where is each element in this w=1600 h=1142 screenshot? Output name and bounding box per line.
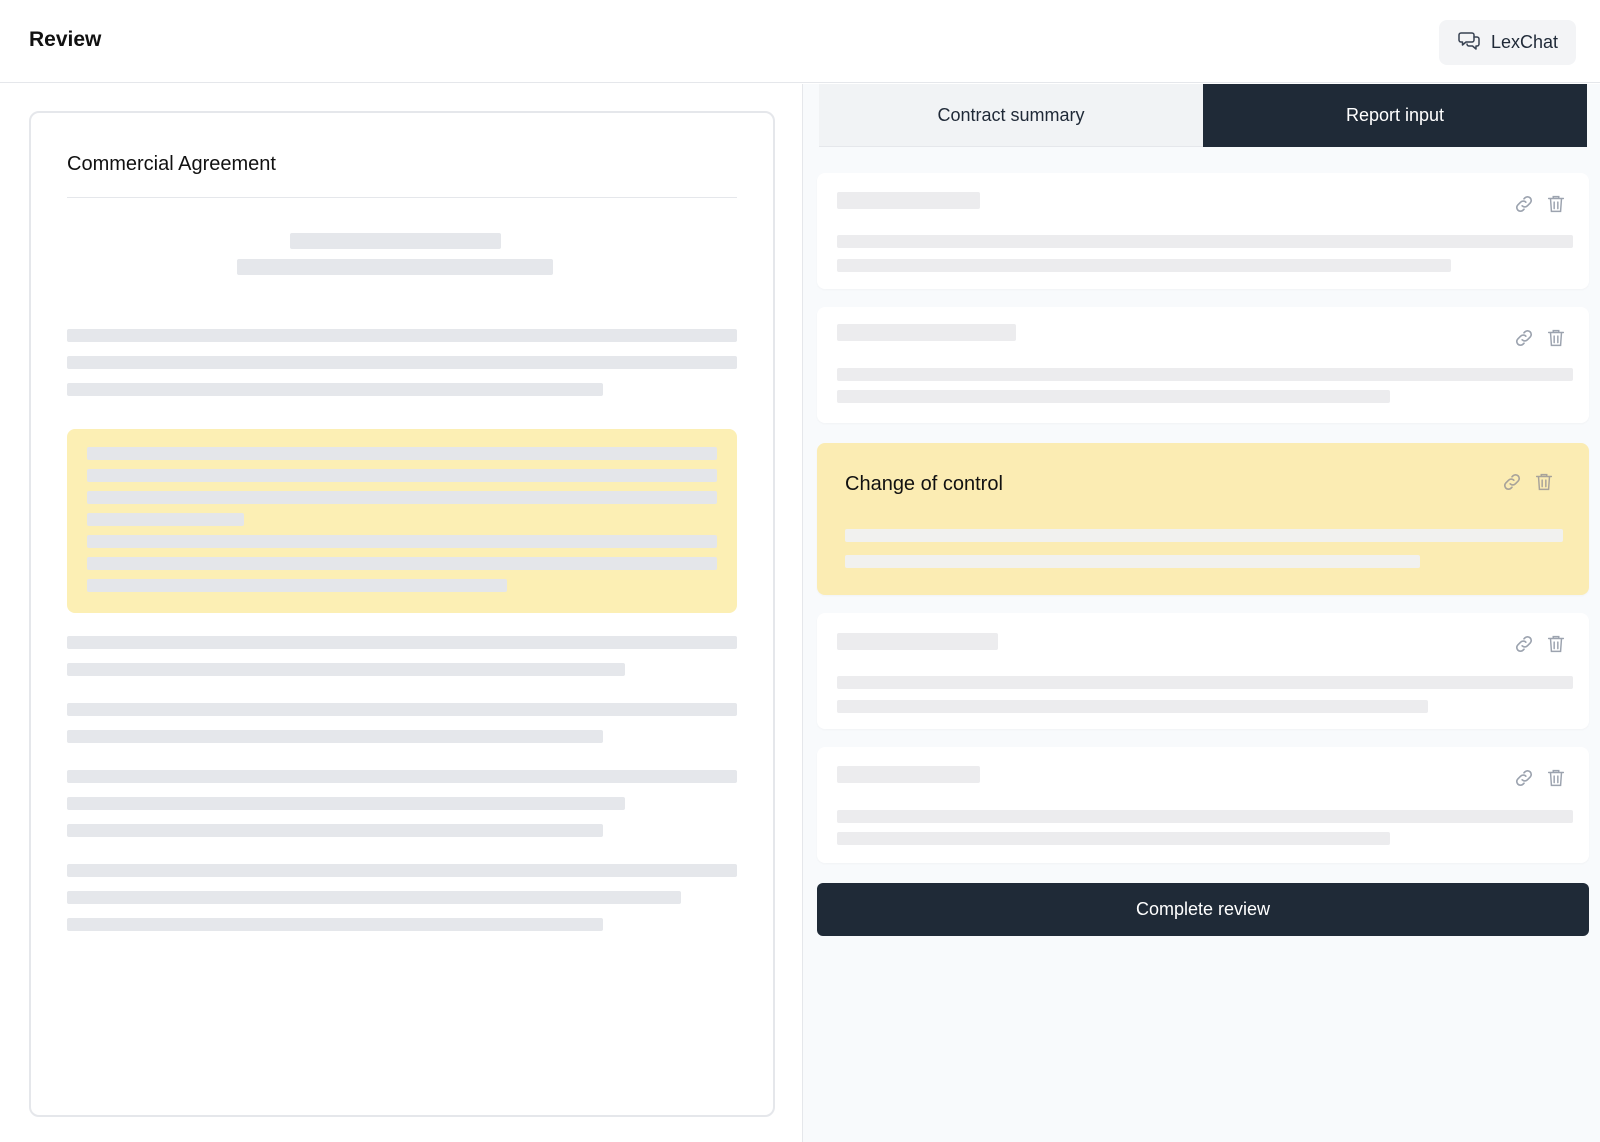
item-text-line [837, 810, 1573, 823]
chat-icon [1457, 28, 1481, 57]
item-title-placeholder [837, 324, 1016, 341]
document-heading-line [237, 259, 553, 275]
trash-icon[interactable] [1545, 767, 1567, 789]
app-header: Review LexChat [0, 0, 1600, 83]
tab-report-input[interactable]: Report input [1203, 84, 1587, 147]
item-text-line [837, 235, 1573, 248]
trash-icon[interactable] [1545, 193, 1567, 215]
document-text-line [67, 383, 603, 396]
document-heading-line [290, 233, 501, 249]
document-title: Commercial Agreement [67, 153, 276, 175]
link-icon[interactable] [1513, 633, 1535, 655]
document-text-line [67, 864, 737, 877]
item-text-line [837, 676, 1573, 689]
document-divider [67, 197, 737, 198]
item-title-placeholder [837, 766, 980, 783]
report-item[interactable] [817, 747, 1589, 863]
item-text-line [837, 368, 1573, 381]
item-text-line [845, 529, 1563, 542]
report-item-change-of-control[interactable]: Change of control [817, 443, 1589, 595]
item-actions [1501, 471, 1555, 493]
item-actions [1513, 327, 1567, 349]
document-text-line [67, 730, 603, 743]
clause-text-line [87, 447, 717, 460]
item-text-line [837, 700, 1428, 713]
link-icon[interactable] [1513, 193, 1535, 215]
document-text-line [67, 636, 737, 649]
highlighted-clause[interactable] [67, 429, 737, 613]
document-text-line [67, 797, 625, 810]
item-text-line [845, 555, 1420, 568]
document-text-line [67, 356, 737, 369]
document-text-line [67, 663, 625, 676]
report-tabs: Contract summary Report input [819, 84, 1587, 147]
clause-text-line [87, 579, 507, 592]
report-item[interactable] [817, 173, 1589, 289]
document-text-line [67, 329, 737, 342]
document-text-line [67, 918, 603, 931]
item-text-line [837, 832, 1390, 845]
link-icon[interactable] [1513, 767, 1535, 789]
document-viewer[interactable]: Commercial Agreement [29, 111, 775, 1117]
document-pane: Commercial Agreement [0, 84, 802, 1142]
link-icon[interactable] [1513, 327, 1535, 349]
report-item[interactable] [817, 307, 1589, 423]
document-text-line [67, 824, 603, 837]
trash-icon[interactable] [1545, 633, 1567, 655]
clause-text-line [87, 469, 717, 482]
report-item[interactable] [817, 613, 1589, 729]
trash-icon[interactable] [1545, 327, 1567, 349]
clause-text-line [87, 557, 717, 570]
link-icon[interactable] [1501, 471, 1523, 493]
clause-text-line [87, 535, 717, 548]
trash-icon[interactable] [1533, 471, 1555, 493]
clause-text-line [87, 491, 717, 504]
complete-review-button[interactable]: Complete review [817, 883, 1589, 936]
tab-contract-summary[interactable]: Contract summary [819, 84, 1203, 147]
lexchat-label: LexChat [1490, 32, 1559, 52]
item-text-line [837, 390, 1390, 403]
document-text-line [67, 703, 737, 716]
document-text-line [67, 891, 681, 904]
item-actions [1513, 193, 1567, 215]
report-pane: Contract summary Report input Change of … [802, 84, 1600, 1142]
item-actions [1513, 767, 1567, 789]
item-text-line [837, 259, 1451, 272]
clause-text-line [87, 513, 244, 526]
item-title: Change of control [845, 473, 1003, 495]
item-title-placeholder [837, 633, 998, 650]
page-title: Review [29, 28, 102, 51]
item-title-placeholder [837, 192, 980, 209]
document-text-line [67, 770, 737, 783]
item-actions [1513, 633, 1567, 655]
lexchat-button[interactable]: LexChat [1439, 20, 1576, 65]
